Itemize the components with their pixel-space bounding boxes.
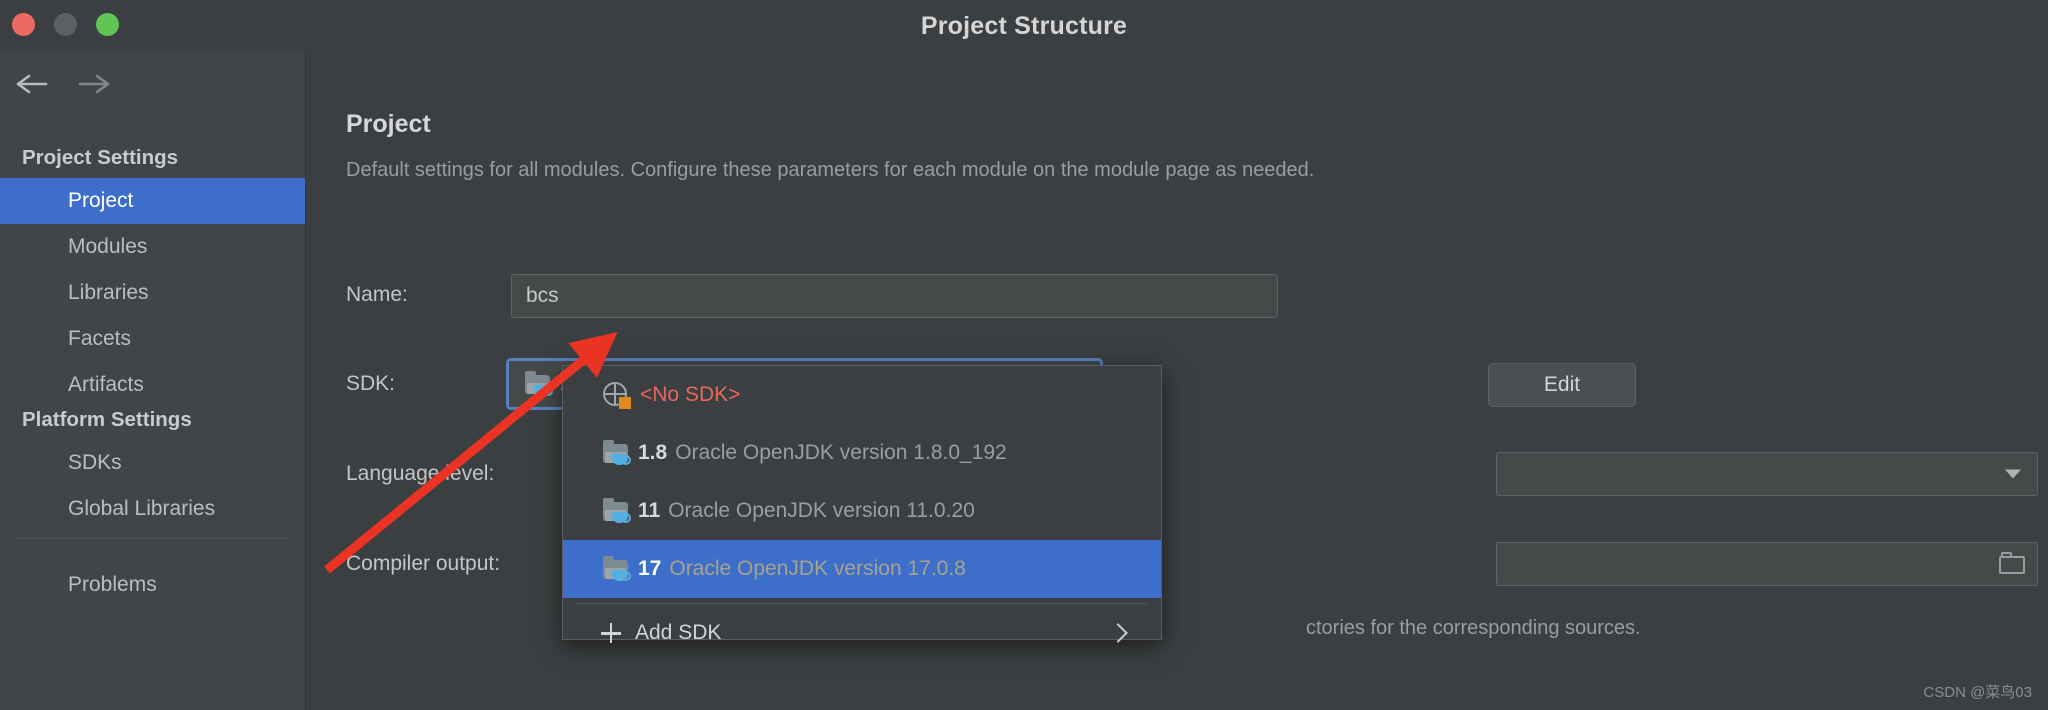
settings-sidebar: Project Settings Project Modules Librari… [0,52,306,710]
chevron-right-icon [1108,623,1128,643]
sidebar-item-artifacts[interactable]: Artifacts [0,362,305,408]
project-name-input[interactable]: bcs [511,274,1278,318]
jdk-folder-icon [603,556,631,581]
sidebar-item-problems[interactable]: Problems [0,562,305,608]
name-field-label: Name: [346,283,408,306]
language-level-combobox[interactable] [1496,452,2038,496]
sidebar-item-label: Project [68,189,134,212]
add-sdk-label: Add SDK [635,621,722,644]
folder-icon[interactable] [1997,552,2027,576]
sidebar-item-project[interactable]: Project [0,178,305,224]
sidebar-item-label: Problems [68,573,157,596]
edit-sdk-button[interactable]: Edit [1488,363,1636,407]
sidebar-item-label: Artifacts [68,373,144,396]
title-bar: Project Structure [0,0,2048,52]
sdk-option-label: <No SDK> [640,383,741,406]
sidebar-group-project-settings: Project Settings [22,146,179,169]
compiler-output-input[interactable] [1496,542,2038,586]
sdk-option-11[interactable]: 11 Oracle OpenJDK version 11.0.20 [563,482,1161,540]
sidebar-nav-buttons [0,58,305,110]
caret-down-icon[interactable] [2005,469,2021,479]
sidebar-item-modules[interactable]: Modules [0,224,305,270]
sdk-option-17[interactable]: 17 Oracle OpenJDK version 17.0.8 [563,540,1161,598]
sdk-option-description: Oracle OpenJDK version 17.0.8 [669,557,966,580]
jdk-folder-icon [603,498,631,523]
sdk-option-1-8[interactable]: 1.8 Oracle OpenJDK version 1.8.0_192 [563,424,1161,482]
sidebar-group-platform-settings: Platform Settings [22,408,192,431]
sidebar-item-label: Global Libraries [68,497,216,520]
compiler-output-hint: ctories for the corresponding sources. [1306,617,1641,639]
sidebar-item-sdks[interactable]: SDKs [0,440,305,486]
page-title: Project [346,110,431,138]
sidebar-item-label: Facets [68,327,132,350]
arrow-left-icon[interactable] [9,64,55,104]
sdk-option-version: 11 [638,499,661,522]
sidebar-divider [16,538,288,539]
sdk-field-label: SDK: [346,372,396,395]
page-description: Default settings for all modules. Config… [346,159,1315,181]
sdk-option-description: Oracle OpenJDK version 1.8.0_192 [675,441,1007,464]
jdk-folder-icon [603,440,631,465]
sdk-dropdown-popup: <No SDK> 1.8 Oracle OpenJDK version 1.8.… [562,365,1162,644]
language-level-label: Language level: [346,462,495,485]
plus-icon [601,623,621,643]
sidebar-item-libraries[interactable]: Libraries [0,270,305,316]
jdk-folder-icon [525,371,553,396]
sdk-option-version: 17 [638,557,662,580]
sidebar-item-label: SDKs [68,451,122,474]
sdk-option-no-sdk[interactable]: <No SDK> [563,366,1161,424]
add-sdk-menu-item[interactable]: Add SDK [563,604,1161,662]
watermark-text: CSDN @菜鸟03 [1923,684,2032,701]
sidebar-item-global-libraries[interactable]: Global Libraries [0,486,305,532]
sidebar-item-label: Libraries [68,281,149,304]
window-title: Project Structure [920,12,1128,40]
sdk-option-version: 1.8 [638,441,668,464]
project-name-value: bcs [526,284,559,307]
edit-button-label: Edit [1543,373,1581,396]
sidebar-item-label: Modules [68,235,148,258]
compiler-output-label: Compiler output: [346,552,501,575]
project-structure-window: Project Structure Project Settings Proje… [0,0,2048,710]
sidebar-item-facets[interactable]: Facets [0,316,305,362]
arrow-right-icon[interactable] [71,64,117,104]
no-sdk-globe-icon [603,382,631,409]
sdk-option-description: Oracle OpenJDK version 11.0.20 [668,499,975,522]
